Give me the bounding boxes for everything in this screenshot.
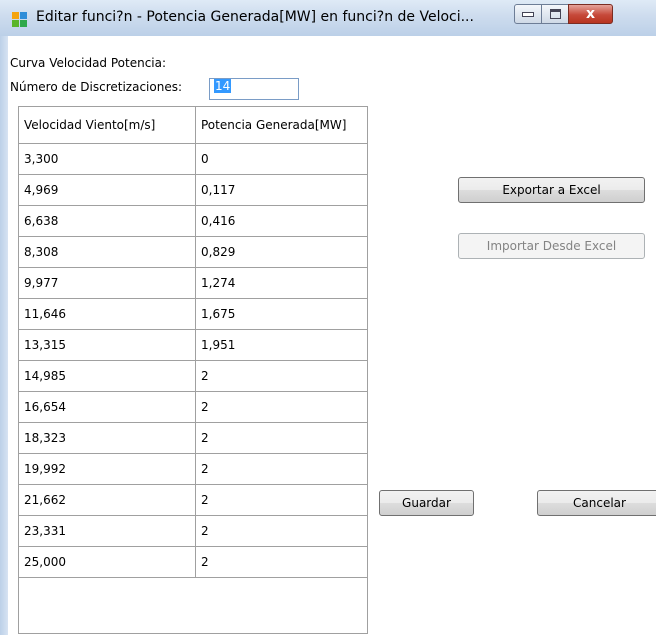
header-power[interactable]: Potencia Generada[MW] bbox=[196, 107, 367, 143]
power-curve-grid[interactable]: Velocidad Viento[m/s] Potencia Generada[… bbox=[18, 106, 368, 634]
table-row[interactable]: 14,985 2 bbox=[19, 361, 367, 392]
function-editor-window: Editar funci?n - Potencia Generada[MW] e… bbox=[0, 0, 656, 635]
power-cell[interactable]: 0,117 bbox=[196, 175, 367, 205]
close-button[interactable]: x bbox=[568, 4, 613, 24]
table-row[interactable]: 18,323 2 bbox=[19, 423, 367, 454]
power-cell[interactable]: 0,829 bbox=[196, 237, 367, 267]
wind-speed-cell[interactable]: 11,646 bbox=[19, 299, 196, 329]
wind-speed-cell[interactable]: 13,315 bbox=[19, 330, 196, 360]
table-row[interactable]: 25,000 2 bbox=[19, 547, 367, 578]
wind-speed-cell[interactable]: 16,654 bbox=[19, 392, 196, 422]
discretizations-label: Número de Discretizaciones: bbox=[10, 80, 183, 94]
wind-speed-cell[interactable]: 21,662 bbox=[19, 485, 196, 515]
wind-speed-cell[interactable]: 3,300 bbox=[19, 144, 196, 174]
wind-speed-cell[interactable]: 19,992 bbox=[19, 454, 196, 484]
power-cell[interactable]: 2 bbox=[196, 454, 367, 484]
import-excel-button: Importar Desde Excel bbox=[458, 233, 645, 259]
maximize-button[interactable] bbox=[541, 4, 569, 24]
wind-speed-cell[interactable]: 25,000 bbox=[19, 547, 196, 577]
power-cell[interactable]: 1,951 bbox=[196, 330, 367, 360]
table-row[interactable]: 9,977 1,274 bbox=[19, 268, 367, 299]
table-row[interactable]: 4,969 0,117 bbox=[19, 175, 367, 206]
app-tiles-icon bbox=[12, 12, 28, 28]
table-row[interactable]: 19,992 2 bbox=[19, 454, 367, 485]
power-cell[interactable]: 0,416 bbox=[196, 206, 367, 236]
save-button[interactable]: Guardar bbox=[379, 490, 474, 516]
wind-speed-cell[interactable]: 4,969 bbox=[19, 175, 196, 205]
power-cell[interactable]: 2 bbox=[196, 392, 367, 422]
table-row[interactable]: 23,331 2 bbox=[19, 516, 367, 547]
table-row[interactable]: 13,315 1,951 bbox=[19, 330, 367, 361]
power-cell[interactable]: 2 bbox=[196, 423, 367, 453]
close-icon: x bbox=[585, 6, 596, 22]
table-row[interactable]: 3,300 0 bbox=[19, 144, 367, 175]
minimize-icon bbox=[515, 5, 541, 23]
table-row[interactable]: 8,308 0,829 bbox=[19, 237, 367, 268]
power-cell[interactable]: 2 bbox=[196, 485, 367, 515]
window-title: Editar funci?n - Potencia Generada[MW] e… bbox=[36, 9, 474, 25]
table-row[interactable]: 6,638 0,416 bbox=[19, 206, 367, 237]
title-bar[interactable]: Editar funci?n - Potencia Generada[MW] e… bbox=[0, 0, 656, 37]
wind-speed-cell[interactable]: 8,308 bbox=[19, 237, 196, 267]
minimize-button[interactable] bbox=[514, 4, 542, 24]
wind-speed-cell[interactable]: 18,323 bbox=[19, 423, 196, 453]
table-row[interactable]: 21,662 2 bbox=[19, 485, 367, 516]
discretizations-input[interactable]: 14 bbox=[209, 78, 299, 100]
header-wind-speed[interactable]: Velocidad Viento[m/s] bbox=[19, 107, 196, 143]
power-cell[interactable]: 0 bbox=[196, 144, 367, 174]
export-excel-button[interactable]: Exportar a Excel bbox=[458, 177, 645, 203]
power-cell[interactable]: 1,274 bbox=[196, 268, 367, 298]
power-cell[interactable]: 2 bbox=[196, 547, 367, 577]
table-row[interactable]: 11,646 1,675 bbox=[19, 299, 367, 330]
table-row[interactable]: 16,654 2 bbox=[19, 392, 367, 423]
discretizations-value: 14 bbox=[214, 79, 232, 93]
grid-header-row: Velocidad Viento[m/s] Potencia Generada[… bbox=[19, 107, 367, 144]
curve-label: Curva Velocidad Potencia: bbox=[10, 56, 167, 70]
wind-speed-cell[interactable]: 6,638 bbox=[19, 206, 196, 236]
power-cell[interactable]: 2 bbox=[196, 361, 367, 391]
power-cell[interactable]: 2 bbox=[196, 516, 367, 546]
cancel-button[interactable]: Cancelar bbox=[537, 490, 656, 516]
wind-speed-cell[interactable]: 9,977 bbox=[19, 268, 196, 298]
window-frame-left bbox=[0, 36, 8, 635]
wind-speed-cell[interactable]: 23,331 bbox=[19, 516, 196, 546]
maximize-icon bbox=[542, 5, 568, 23]
wind-speed-cell[interactable]: 14,985 bbox=[19, 361, 196, 391]
power-cell[interactable]: 1,675 bbox=[196, 299, 367, 329]
